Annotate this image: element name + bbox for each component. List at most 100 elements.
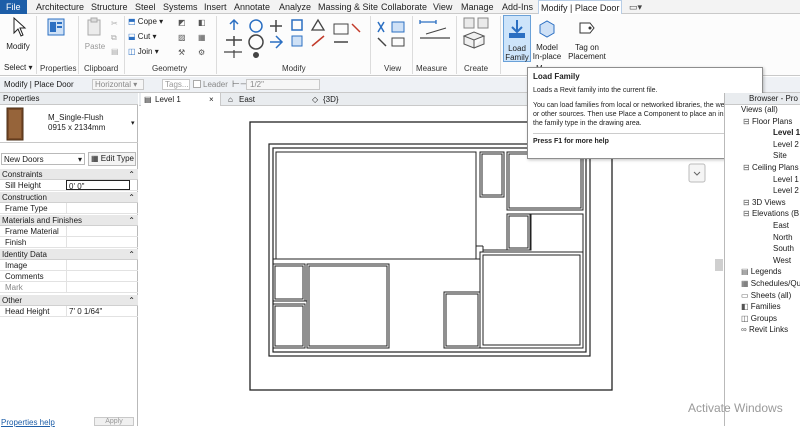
- geometry-tool-icon[interactable]: ◩: [178, 17, 186, 29]
- tab-manage[interactable]: Manage: [459, 0, 496, 14]
- sill-height-input[interactable]: 0' 0": [66, 180, 130, 191]
- expand-toggle-icon[interactable]: ⊟: [743, 198, 752, 207]
- property-row-head-height[interactable]: Head Height 7' 0 1/64": [0, 306, 138, 317]
- room[interactable]: [506, 213, 531, 251]
- browser-item[interactable]: ⊟ Ceiling Plans: [743, 163, 799, 173]
- demolish-icon[interactable]: ⚒: [178, 47, 185, 59]
- paint-icon[interactable]: ▨: [178, 32, 186, 44]
- modify-button[interactable]: Modify: [4, 16, 32, 51]
- category-identity-data[interactable]: Identity Data ⌃: [0, 249, 138, 260]
- copy-tool-icon[interactable]: ⧉: [111, 32, 117, 44]
- property-value[interactable]: 7' 0 1/64": [66, 306, 130, 316]
- select-dropdown[interactable]: Select ▾: [4, 62, 32, 74]
- browser-node-icon[interactable]: ◧: [741, 302, 751, 311]
- browser-item[interactable]: ◧ Families: [741, 302, 781, 312]
- browser-item[interactable]: South: [773, 244, 794, 254]
- cut-tool-icon[interactable]: ✂: [111, 18, 118, 30]
- load-family-button[interactable]: Load Family: [503, 15, 531, 62]
- outer-wall[interactable]: [268, 143, 591, 357]
- expand-toggle-icon[interactable]: ⊟: [743, 209, 752, 218]
- room[interactable]: [479, 151, 505, 198]
- close-icon[interactable]: ×: [209, 93, 214, 106]
- property-value[interactable]: [66, 203, 130, 213]
- property-row-mark[interactable]: Mark: [0, 282, 138, 293]
- browser-item[interactable]: Level 1: [773, 128, 800, 138]
- create-tools-icons[interactable]: [460, 16, 496, 58]
- browser-node-icon[interactable]: ▭: [741, 291, 751, 300]
- cope-button[interactable]: ⬒ Cope ▾: [128, 16, 163, 28]
- property-value[interactable]: [66, 260, 130, 270]
- property-row-frame-type[interactable]: Frame Type: [0, 203, 138, 214]
- browser-item[interactable]: ⊟ Floor Plans: [743, 117, 792, 127]
- browser-node-icon[interactable]: ▤: [741, 267, 751, 276]
- tab-annotate[interactable]: Annotate: [232, 0, 272, 14]
- apply-button[interactable]: Apply: [94, 417, 134, 426]
- view-tab-level-1[interactable]: ▤ Level 1 ×: [141, 93, 221, 106]
- leader-length-input[interactable]: 1/2": [246, 79, 320, 90]
- browser-node-icon[interactable]: ∞: [741, 325, 749, 334]
- browser-item[interactable]: Level 2: [773, 186, 799, 196]
- measure-tools-icons[interactable]: [416, 18, 456, 60]
- tab-file[interactable]: File: [0, 0, 27, 14]
- tab-massing-site[interactable]: Massing & Site: [316, 0, 380, 14]
- room[interactable]: [272, 263, 306, 302]
- tab-structure[interactable]: Structure: [89, 0, 130, 14]
- browser-item[interactable]: West: [773, 256, 791, 266]
- browser-node-icon[interactable]: ◫: [741, 314, 751, 323]
- category-materials-finishes[interactable]: Materials and Finishes ⌃: [0, 215, 138, 226]
- tab-architecture[interactable]: Architecture: [34, 0, 86, 14]
- view-tools-icons[interactable]: [374, 18, 410, 60]
- tab-analyze[interactable]: Analyze: [277, 0, 313, 14]
- room[interactable]: [272, 303, 306, 349]
- browser-item[interactable]: ▤ Legends: [741, 267, 781, 277]
- room[interactable]: [506, 151, 584, 211]
- tag-on-placement-button[interactable]: Tag on Placement: [568, 17, 606, 61]
- tab-modify-place-door[interactable]: Modify | Place Door: [538, 0, 623, 14]
- room[interactable]: [275, 151, 477, 260]
- tab-view[interactable]: View: [431, 0, 454, 14]
- edit-type-button[interactable]: ▦ Edit Type: [88, 152, 136, 166]
- browser-item[interactable]: ▭ Sheets (all): [741, 291, 791, 301]
- room[interactable]: [306, 263, 390, 349]
- hammer-icon[interactable]: ⚙: [198, 47, 205, 59]
- property-value[interactable]: [66, 271, 130, 281]
- type-selector[interactable]: M_Single-Flush 0915 x 2134mm ▾: [0, 105, 138, 143]
- view-tab-east[interactable]: ⌂ East: [225, 93, 305, 106]
- property-row-finish[interactable]: Finish: [0, 237, 138, 248]
- scrollbar-thumb[interactable]: [715, 259, 723, 271]
- modify-tools-icons[interactable]: [222, 18, 372, 60]
- tab-collaborate[interactable]: Collaborate: [379, 0, 429, 14]
- browser-item[interactable]: ∞ Revit Links: [741, 325, 788, 335]
- property-row-sill-height[interactable]: Sill Height 0' 0": [0, 180, 138, 191]
- browser-item[interactable]: Level 2: [773, 140, 799, 150]
- browser-item[interactable]: East: [773, 221, 789, 231]
- browser-item[interactable]: ⊟ Elevations (B: [743, 209, 799, 219]
- category-constraints[interactable]: Constraints ⌃: [0, 169, 138, 180]
- tab-insert[interactable]: Insert: [202, 0, 229, 14]
- browser-item[interactable]: ▦ Schedules/Qu: [741, 279, 800, 289]
- wall-joins-icon[interactable]: ▦: [198, 32, 206, 44]
- navigation-bar[interactable]: [688, 163, 706, 183]
- join-button[interactable]: ◫ Join ▾: [128, 46, 159, 58]
- category-other[interactable]: Other ⌃: [0, 295, 138, 306]
- expand-toggle-icon[interactable]: ⊟: [743, 117, 752, 126]
- match-type-icon[interactable]: ▤: [111, 46, 119, 58]
- browser-item[interactable]: Level 1: [773, 175, 799, 185]
- property-row-image[interactable]: Image: [0, 260, 138, 271]
- tab-systems[interactable]: Systems: [161, 0, 200, 14]
- leader-checkbox[interactable]: [193, 80, 201, 88]
- model-inplace-button[interactable]: Model In-place: [531, 17, 563, 61]
- orientation-select[interactable]: Horizontal ▾: [92, 79, 144, 90]
- room[interactable]: [443, 291, 481, 349]
- browser-item[interactable]: ◫ Groups: [741, 314, 777, 324]
- property-value[interactable]: [66, 237, 130, 247]
- ribbon-minimize-icon[interactable]: ▭▾: [627, 0, 644, 14]
- room[interactable]: [479, 251, 584, 349]
- view-tab-3d[interactable]: ◇ {3D}: [309, 93, 389, 106]
- properties-button[interactable]: [38, 16, 74, 42]
- browser-item[interactable]: ⊟ 3D Views: [743, 198, 786, 208]
- property-value[interactable]: [66, 226, 130, 236]
- instance-filter-select[interactable]: New Doors ▾: [1, 153, 85, 165]
- split-face-icon[interactable]: ◧: [198, 17, 206, 29]
- tab-steel[interactable]: Steel: [133, 0, 158, 14]
